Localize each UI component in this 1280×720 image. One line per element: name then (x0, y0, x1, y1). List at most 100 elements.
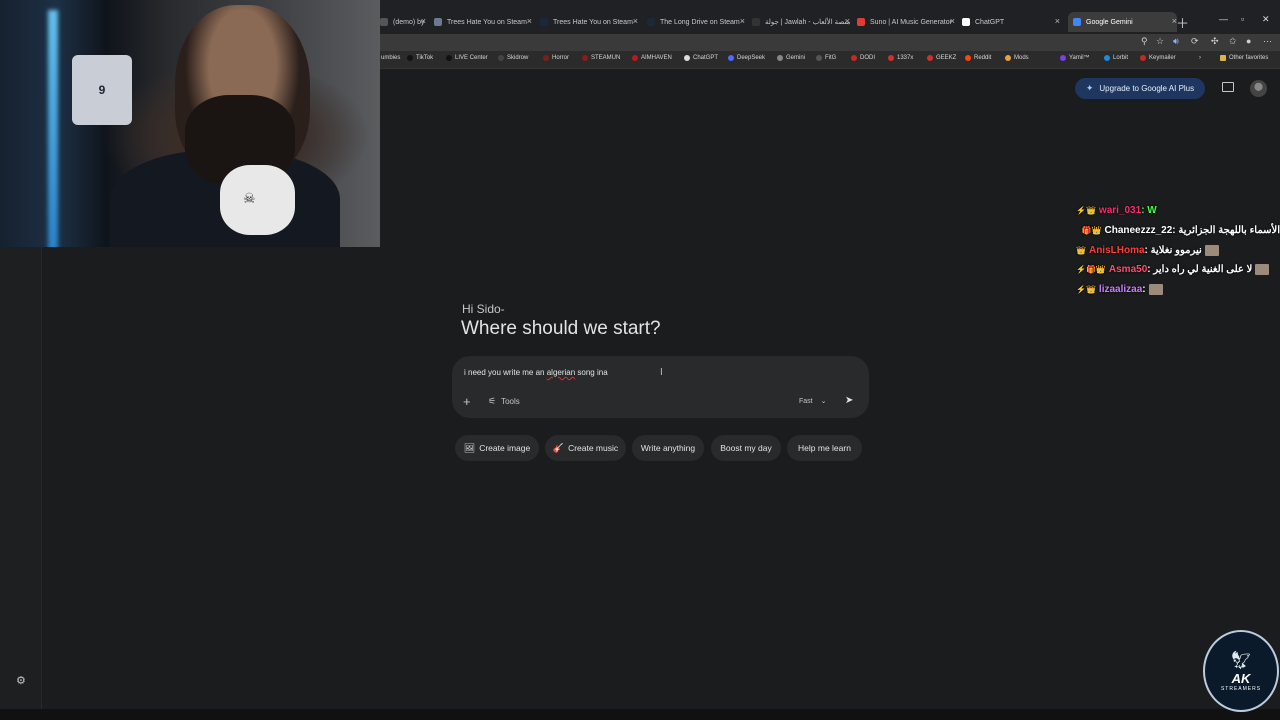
chat-message: 🎁👑 Chaneezzz_22 : الأسماء باللهجة الجزائر… (1082, 225, 1280, 236)
bookmark-item[interactable]: ChatGPT (684, 55, 718, 61)
bookmark-favicon-icon (927, 55, 933, 61)
tab-favicon-icon (540, 18, 548, 26)
refresh-icon[interactable]: ⟳ (1191, 36, 1199, 47)
streamer-logo: 🦅︎ AK STREAMERS (1203, 630, 1279, 712)
bookmark-item[interactable]: Yamil™ (1060, 55, 1090, 61)
favorites-icon[interactable]: ✩ (1229, 36, 1237, 47)
skull-icon: ☠ (243, 190, 256, 206)
bookmark-favicon-icon (816, 55, 822, 61)
bookmark-item[interactable]: Horror (543, 55, 569, 61)
close-tab-icon[interactable]: × (740, 16, 745, 26)
tab-title: ChatGPT (975, 18, 1005, 26)
bookmark-favicon-icon (446, 55, 452, 61)
add-attachment-button[interactable]: + (463, 394, 471, 409)
bookmark-item[interactable]: STEAMUN (582, 55, 620, 61)
browser-tab[interactable]: Google Gemini × (1068, 12, 1177, 32)
bookmark-item[interactable]: DODI (851, 55, 875, 61)
browser-tab[interactable]: ChatGPT × (962, 12, 1060, 32)
tab-favicon-icon (752, 18, 760, 26)
avatar[interactable] (1250, 80, 1267, 97)
browser-tab[interactable]: جولة | Jawlah - منصة الألعاب × (752, 12, 850, 32)
close-tab-icon[interactable]: × (421, 16, 426, 26)
read-aloud-icon[interactable]: 🔊︎ (1173, 36, 1179, 47)
close-tab-icon[interactable]: × (845, 16, 850, 26)
chevron-down-icon: ⌄ (820, 398, 827, 405)
misspelled-word: algerian (546, 368, 576, 377)
canvas-icon[interactable] (1222, 82, 1234, 92)
bookmark-item[interactable]: Keymailer (1140, 55, 1176, 61)
browser-tab[interactable]: Trees Hate You on Steam × (434, 12, 532, 32)
suggestion-chip[interactable]: 🖼 Create image (455, 435, 539, 461)
close-tab-icon[interactable]: × (633, 16, 638, 26)
tools-icon: ⚟ (488, 396, 497, 406)
suggestion-chip[interactable]: 🎸 Create music (545, 435, 626, 461)
profile-icon[interactable]: ● (1246, 36, 1251, 46)
chat-username: Asma50 (1108, 264, 1148, 275)
chat-text: : W (1141, 205, 1157, 216)
menu-icon[interactable]: ⋯ (1263, 36, 1272, 47)
other-favorites[interactable]: Other favorites (1220, 55, 1268, 61)
tab-favicon-icon (434, 18, 442, 26)
bookmark-item[interactable]: Reddit (965, 55, 991, 61)
extensions-icon[interactable]: ✣ (1211, 36, 1219, 47)
star-icon[interactable]: ☆ (1156, 36, 1164, 47)
bookmark-item[interactable]: Mods (1005, 55, 1029, 61)
maximize-icon[interactable]: ▫ (1241, 14, 1244, 24)
settings-icon[interactable]: ⚙ (16, 674, 26, 687)
emote-icon (1255, 264, 1270, 275)
close-tab-icon[interactable]: × (950, 16, 955, 26)
bottom-bar (0, 709, 1280, 720)
bookmark-item[interactable]: FitG (816, 55, 836, 61)
new-tab-icon[interactable]: ＋ (1176, 13, 1189, 32)
bookmark-item[interactable]: AIMHAVEN (632, 55, 672, 61)
webcam-overlay: 9 ☠ (0, 0, 380, 247)
upgrade-label: Upgrade to Google AI Plus (1099, 84, 1195, 93)
minimize-icon[interactable]: — (1219, 14, 1228, 24)
prompt-box[interactable] (452, 356, 869, 418)
chat-username: lizaalizaa (1098, 284, 1143, 295)
tab-title: جولة | Jawlah - منصة الألعاب (765, 19, 850, 26)
chat-badges: ⚡👑 (1076, 206, 1096, 215)
bookmarks-overflow-icon[interactable]: › (1199, 55, 1201, 61)
bookmark-favicon-icon (1060, 55, 1066, 61)
close-window-icon[interactable]: ✕ (1262, 14, 1270, 25)
tab-favicon-icon (857, 18, 865, 26)
suggestion-chip[interactable]: Help me learn (787, 435, 862, 461)
browser-tab[interactable]: (demo) by ty...× (380, 12, 426, 32)
tools-button[interactable]: ⚟ Tools (488, 396, 520, 407)
text-cursor-icon: I (660, 367, 663, 378)
bookmark-favicon-icon (777, 55, 783, 61)
browser-tab[interactable]: The Long Drive on Steam × (647, 12, 745, 32)
bookmark-favicon-icon (582, 55, 588, 61)
chat-text: : (1142, 284, 1146, 295)
bookmark-favicon-icon (632, 55, 638, 61)
suggestion-chip[interactable]: Boost my day (711, 435, 781, 461)
zoom-icon[interactable]: ⚲ (1141, 36, 1148, 47)
upgrade-button[interactable]: ✦ Upgrade to Google AI Plus (1075, 78, 1205, 99)
bookmark-item[interactable]: LIVE Center (446, 55, 488, 61)
bookmark-item[interactable]: Gemini (777, 55, 805, 61)
bookmark-item[interactable]: Skidrow (498, 55, 528, 61)
jersey: 9 (72, 55, 132, 125)
chat-text: : لا على الغنية لي راه داير (1147, 264, 1253, 275)
tab-title: Trees Hate You on Steam (553, 18, 633, 26)
bookmark-item[interactable]: DeepSeek (728, 55, 765, 61)
suggestion-chip[interactable]: Write anything (632, 435, 704, 461)
close-tab-icon[interactable]: × (1055, 16, 1060, 26)
browser-tab[interactable]: Suno | AI Music Generator × (857, 12, 955, 32)
close-tab-icon[interactable]: × (527, 16, 532, 26)
send-button[interactable]: ➤ (845, 395, 853, 406)
tab-favicon-icon (380, 18, 388, 26)
model-selector[interactable]: Fast ⌄ (799, 397, 826, 405)
bookmark-item[interactable]: 1337x (888, 55, 913, 61)
bookmark-item[interactable]: GEEKZ (927, 55, 956, 61)
neon-light (48, 10, 58, 247)
bookmark-item[interactable]: Lorbit (1104, 55, 1128, 61)
bookmark-item[interactable]: TikTok (407, 55, 433, 61)
tab-title: Trees Hate You on Steam (447, 18, 527, 26)
prompt-input[interactable]: i need you write me an algerian song ina (464, 368, 608, 377)
greeting-name: Hi Sido- (462, 302, 505, 316)
browser-tab[interactable]: Trees Hate You on Steam × (540, 12, 638, 32)
chat-message: ⚡👑 lizaalizaa : (1076, 284, 1163, 295)
bookmark-favicon-icon (728, 55, 734, 61)
